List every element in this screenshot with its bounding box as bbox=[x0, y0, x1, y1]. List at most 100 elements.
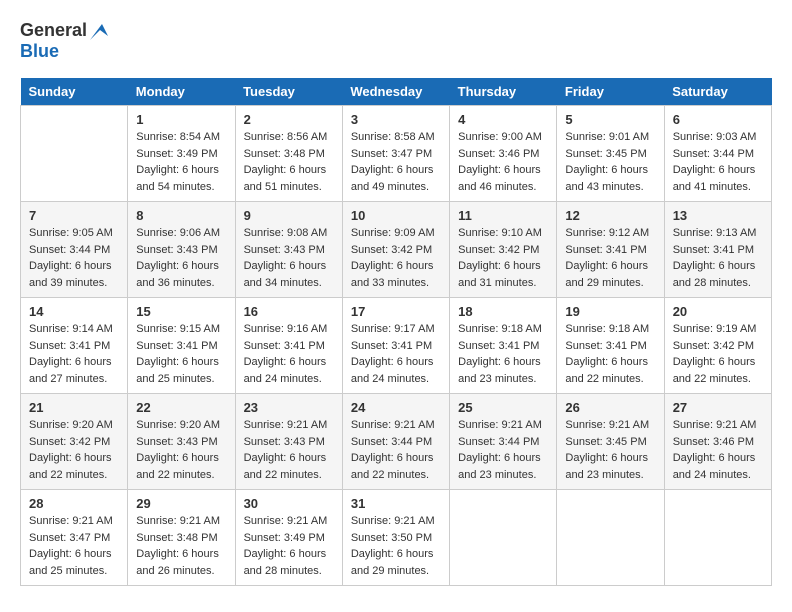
calendar-cell: 18Sunrise: 9:18 AMSunset: 3:41 PMDayligh… bbox=[450, 298, 557, 394]
day-sun-info: Sunrise: 9:05 AMSunset: 3:44 PMDaylight:… bbox=[29, 225, 119, 291]
calendar-cell: 9 Sunrise: 9:08 AMSunset: 3:43 PMDaylight… bbox=[235, 202, 342, 298]
calendar-cell: 28 Sunrise: 9:21 AMSunset: 3:47 PMDayligh… bbox=[21, 490, 128, 586]
day-sun-info: Sunrise: 9:21 AMSunset: 3:49 PMDaylight:… bbox=[244, 513, 334, 579]
calendar-cell: 31 Sunrise: 9:21 AMSunset: 3:50 PMDayligh… bbox=[342, 490, 449, 586]
day-number: 26 bbox=[565, 400, 655, 415]
calendar-cell: 13Sunrise: 9:13 AMSunset: 3:41 PMDayligh… bbox=[664, 202, 771, 298]
day-number: 3 bbox=[351, 112, 441, 127]
logo-text-line1: General bbox=[20, 20, 87, 41]
day-number: 6 bbox=[673, 112, 763, 127]
day-number: 11 bbox=[458, 208, 548, 223]
day-sun-info: Sunrise: 8:54 AMSunset: 3:49 PMDaylight:… bbox=[136, 129, 226, 195]
day-sun-info: Sunrise: 9:21 AMSunset: 3:50 PMDaylight:… bbox=[351, 513, 441, 579]
calendar-cell: 20 Sunrise: 9:19 AMSunset: 3:42 PMDayligh… bbox=[664, 298, 771, 394]
calendar-cell: 23 Sunrise: 9:21 AMSunset: 3:43 PMDayligh… bbox=[235, 394, 342, 490]
day-number: 9 bbox=[244, 208, 334, 223]
day-sun-info: Sunrise: 9:17 AMSunset: 3:41 PMDaylight:… bbox=[351, 321, 441, 387]
day-number: 17 bbox=[351, 304, 441, 319]
page-header: General Blue bbox=[20, 20, 772, 62]
day-sun-info: Sunrise: 9:21 AMSunset: 3:47 PMDaylight:… bbox=[29, 513, 119, 579]
day-sun-info: Sunrise: 9:01 AMSunset: 3:45 PMDaylight:… bbox=[565, 129, 655, 195]
calendar-cell: 19 Sunrise: 9:18 AMSunset: 3:41 PMDayligh… bbox=[557, 298, 664, 394]
day-sun-info: Sunrise: 9:21 AMSunset: 3:44 PMDaylight:… bbox=[351, 417, 441, 483]
day-sun-info: Sunrise: 9:21 AMSunset: 3:44 PMDaylight:… bbox=[458, 417, 548, 483]
calendar-cell: 29 Sunrise: 9:21 AMSunset: 3:48 PMDayligh… bbox=[128, 490, 235, 586]
calendar-cell bbox=[557, 490, 664, 586]
day-sun-info: Sunrise: 9:21 AMSunset: 3:45 PMDaylight:… bbox=[565, 417, 655, 483]
day-number: 21 bbox=[29, 400, 119, 415]
day-number: 29 bbox=[136, 496, 226, 511]
day-number: 16 bbox=[244, 304, 334, 319]
day-number: 1 bbox=[136, 112, 226, 127]
day-sun-info: Sunrise: 9:10 AMSunset: 3:42 PMDaylight:… bbox=[458, 225, 548, 291]
calendar-cell: 21 Sunrise: 9:20 AMSunset: 3:42 PMDayligh… bbox=[21, 394, 128, 490]
day-sun-info: Sunrise: 9:16 AMSunset: 3:41 PMDaylight:… bbox=[244, 321, 334, 387]
calendar-cell: 16 Sunrise: 9:16 AMSunset: 3:41 PMDayligh… bbox=[235, 298, 342, 394]
day-sun-info: Sunrise: 8:56 AMSunset: 3:48 PMDaylight:… bbox=[244, 129, 334, 195]
calendar-cell: 1 Sunrise: 8:54 AMSunset: 3:49 PMDaylight… bbox=[128, 106, 235, 202]
day-sun-info: Sunrise: 9:21 AMSunset: 3:43 PMDaylight:… bbox=[244, 417, 334, 483]
day-number: 20 bbox=[673, 304, 763, 319]
day-number: 18 bbox=[458, 304, 548, 319]
day-sun-info: Sunrise: 9:00 AMSunset: 3:46 PMDaylight:… bbox=[458, 129, 548, 195]
calendar-cell bbox=[450, 490, 557, 586]
calendar-cell bbox=[21, 106, 128, 202]
day-sun-info: Sunrise: 9:08 AMSunset: 3:43 PMDaylight:… bbox=[244, 225, 334, 291]
header-row: SundayMondayTuesdayWednesdayThursdayFrid… bbox=[21, 78, 772, 106]
day-number: 14 bbox=[29, 304, 119, 319]
day-number: 8 bbox=[136, 208, 226, 223]
day-sun-info: Sunrise: 9:18 AMSunset: 3:41 PMDaylight:… bbox=[565, 321, 655, 387]
calendar-cell: 12Sunrise: 9:12 AMSunset: 3:41 PMDayligh… bbox=[557, 202, 664, 298]
dow-header-thursday: Thursday bbox=[450, 78, 557, 106]
dow-header-friday: Friday bbox=[557, 78, 664, 106]
day-number: 23 bbox=[244, 400, 334, 415]
day-sun-info: Sunrise: 9:21 AMSunset: 3:48 PMDaylight:… bbox=[136, 513, 226, 579]
calendar-table: SundayMondayTuesdayWednesdayThursdayFrid… bbox=[20, 78, 772, 586]
day-sun-info: Sunrise: 8:58 AMSunset: 3:47 PMDaylight:… bbox=[351, 129, 441, 195]
day-sun-info: Sunrise: 9:06 AMSunset: 3:43 PMDaylight:… bbox=[136, 225, 226, 291]
day-number: 7 bbox=[29, 208, 119, 223]
week-row-0: 1 Sunrise: 8:54 AMSunset: 3:49 PMDaylight… bbox=[21, 106, 772, 202]
day-number: 28 bbox=[29, 496, 119, 511]
calendar-cell: 22 Sunrise: 9:20 AMSunset: 3:43 PMDayligh… bbox=[128, 394, 235, 490]
day-sun-info: Sunrise: 9:21 AMSunset: 3:46 PMDaylight:… bbox=[673, 417, 763, 483]
day-number: 22 bbox=[136, 400, 226, 415]
logo-bird-icon bbox=[90, 22, 108, 40]
day-number: 25 bbox=[458, 400, 548, 415]
day-number: 31 bbox=[351, 496, 441, 511]
calendar-cell: 15Sunrise: 9:15 AMSunset: 3:41 PMDayligh… bbox=[128, 298, 235, 394]
day-number: 5 bbox=[565, 112, 655, 127]
dow-header-sunday: Sunday bbox=[21, 78, 128, 106]
day-sun-info: Sunrise: 9:09 AMSunset: 3:42 PMDaylight:… bbox=[351, 225, 441, 291]
calendar-cell: 11 Sunrise: 9:10 AMSunset: 3:42 PMDayligh… bbox=[450, 202, 557, 298]
calendar-cell: 5 Sunrise: 9:01 AMSunset: 3:45 PMDaylight… bbox=[557, 106, 664, 202]
dow-header-wednesday: Wednesday bbox=[342, 78, 449, 106]
day-sun-info: Sunrise: 9:20 AMSunset: 3:43 PMDaylight:… bbox=[136, 417, 226, 483]
calendar-cell: 8 Sunrise: 9:06 AMSunset: 3:43 PMDaylight… bbox=[128, 202, 235, 298]
calendar-cell: 14 Sunrise: 9:14 AMSunset: 3:41 PMDayligh… bbox=[21, 298, 128, 394]
day-number: 19 bbox=[565, 304, 655, 319]
day-number: 15 bbox=[136, 304, 226, 319]
day-sun-info: Sunrise: 9:14 AMSunset: 3:41 PMDaylight:… bbox=[29, 321, 119, 387]
day-number: 2 bbox=[244, 112, 334, 127]
day-sun-info: Sunrise: 9:20 AMSunset: 3:42 PMDaylight:… bbox=[29, 417, 119, 483]
dow-header-monday: Monday bbox=[128, 78, 235, 106]
day-sun-info: Sunrise: 9:13 AMSunset: 3:41 PMDaylight:… bbox=[673, 225, 763, 291]
week-row-2: 14 Sunrise: 9:14 AMSunset: 3:41 PMDayligh… bbox=[21, 298, 772, 394]
calendar-cell: 2 Sunrise: 8:56 AMSunset: 3:48 PMDaylight… bbox=[235, 106, 342, 202]
day-sun-info: Sunrise: 9:03 AMSunset: 3:44 PMDaylight:… bbox=[673, 129, 763, 195]
day-sun-info: Sunrise: 9:19 AMSunset: 3:42 PMDaylight:… bbox=[673, 321, 763, 387]
calendar-cell: 6 Sunrise: 9:03 AMSunset: 3:44 PMDaylight… bbox=[664, 106, 771, 202]
calendar-cell: 24Sunrise: 9:21 AMSunset: 3:44 PMDayligh… bbox=[342, 394, 449, 490]
calendar-cell: 4 Sunrise: 9:00 AMSunset: 3:46 PMDaylight… bbox=[450, 106, 557, 202]
calendar-cell: 10 Sunrise: 9:09 AMSunset: 3:42 PMDayligh… bbox=[342, 202, 449, 298]
calendar-cell: 3 Sunrise: 8:58 AMSunset: 3:47 PMDaylight… bbox=[342, 106, 449, 202]
logo-text-line2: Blue bbox=[20, 41, 59, 61]
day-number: 4 bbox=[458, 112, 548, 127]
calendar-cell: 30Sunrise: 9:21 AMSunset: 3:49 PMDayligh… bbox=[235, 490, 342, 586]
day-number: 10 bbox=[351, 208, 441, 223]
logo: General Blue bbox=[20, 20, 108, 62]
week-row-1: 7 Sunrise: 9:05 AMSunset: 3:44 PMDaylight… bbox=[21, 202, 772, 298]
dow-header-tuesday: Tuesday bbox=[235, 78, 342, 106]
calendar-cell bbox=[664, 490, 771, 586]
